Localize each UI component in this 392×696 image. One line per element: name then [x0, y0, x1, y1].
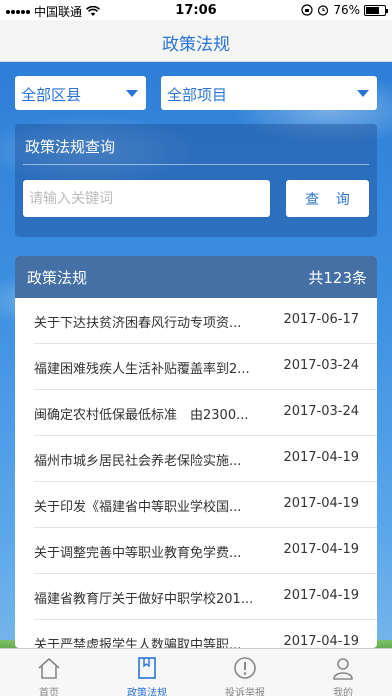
tab-policy[interactable]: 政策法规	[98, 649, 196, 696]
policy-list-panel: 政策法规 共123条 关于下达扶贫济困春风行动专项资... 2017-06-17…	[15, 256, 377, 648]
list-item-date: 2017-04-19	[283, 542, 359, 557]
search-title: 政策法规查询	[25, 138, 116, 156]
list-item-title: 关于严禁虚报学生人数骗取中等职...	[34, 638, 242, 648]
search-button[interactable]: 查 询	[286, 180, 369, 217]
list-item-title: 闽确定农村低保最低标准 由2300...	[34, 408, 249, 423]
region-select[interactable]: 全部区县	[15, 76, 146, 110]
tab-home[interactable]: 首页	[0, 649, 98, 696]
list-item[interactable]: 闽确定农村低保最低标准 由2300... 2017-03-24	[15, 390, 377, 436]
list-item[interactable]: 关于严禁虚报学生人数骗取中等职... 2017-04-19	[15, 620, 377, 648]
project-select[interactable]: 全部项目	[161, 76, 377, 110]
status-right: 76%	[301, 3, 388, 17]
caret-down-icon	[126, 90, 138, 97]
list-item[interactable]: 关于调整完善中等职业教育免学费... 2017-04-19	[15, 528, 377, 574]
page-title: 政策法规	[162, 35, 230, 55]
list-item-date: 2017-06-17	[283, 312, 359, 327]
list-item-date: 2017-04-19	[283, 634, 359, 648]
nav-bar: 政策法规	[0, 20, 392, 62]
tab-label: 首页	[39, 688, 59, 696]
list-item-date: 2017-03-24	[283, 358, 359, 373]
list-header: 政策法规 共123条	[15, 256, 377, 298]
list-count: 共123条	[308, 269, 367, 287]
alarm-icon	[318, 5, 329, 16]
list-item-title: 福建省教育厅关于做好中职学校201...	[34, 592, 254, 607]
list-item[interactable]: 福建省教育厅关于做好中职学校201... 2017-04-19	[15, 574, 377, 620]
list-item-date: 2017-03-24	[283, 404, 359, 419]
tab-bar: 首页 政策法规 投诉举报 我的	[0, 648, 392, 696]
tab-label: 政策法规	[127, 688, 167, 696]
list-item[interactable]: 福州市城乡居民社会养老保险实施... 2017-04-19	[15, 436, 377, 482]
list-item-title: 福州市城乡居民社会养老保险实施...	[34, 454, 242, 469]
battery-icon	[364, 4, 388, 16]
project-select-value: 全部项目	[167, 86, 228, 104]
list-item-date: 2017-04-19	[283, 496, 359, 511]
list-item-title: 福建困难残疾人生活补贴覆盖率到2...	[34, 362, 250, 377]
list-item[interactable]: 福建困难残疾人生活补贴覆盖率到2... 2017-03-24	[15, 344, 377, 390]
list-title: 政策法规	[27, 269, 88, 287]
tab-mine[interactable]: 我的	[294, 649, 392, 696]
list-item-title: 关于印发《福建省中等职业学校国...	[34, 500, 242, 515]
list-item[interactable]: 关于下达扶贫济困春风行动专项资... 2017-06-17	[15, 298, 377, 344]
search-divider	[23, 164, 369, 165]
battery-percent: 76%	[333, 3, 360, 17]
tab-label: 我的	[333, 688, 353, 696]
region-select-value: 全部区县	[21, 86, 82, 104]
tab-label: 投诉举报	[225, 688, 265, 696]
battery-fill	[366, 6, 380, 14]
caret-down-icon	[357, 90, 369, 97]
list-item-date: 2017-04-19	[283, 588, 359, 603]
alert-icon	[234, 657, 256, 679]
user-icon	[333, 658, 353, 680]
keyword-input[interactable]	[23, 180, 270, 217]
tab-complaint[interactable]: 投诉举报	[196, 649, 294, 696]
orientation-lock-icon	[301, 4, 313, 16]
list-item[interactable]: 关于印发《福建省中等职业学校国... 2017-04-19	[15, 482, 377, 528]
list-item-title: 关于调整完善中等职业教育免学费...	[34, 546, 242, 561]
list-item-date: 2017-04-19	[283, 450, 359, 465]
book-icon	[138, 657, 156, 679]
list-item-title: 关于下达扶贫济困春风行动专项资...	[34, 316, 242, 331]
status-bar: 中国联通 17:06 76%	[0, 0, 392, 20]
search-panel: 政策法规查询 查 询	[15, 124, 377, 237]
home-icon	[38, 657, 60, 679]
